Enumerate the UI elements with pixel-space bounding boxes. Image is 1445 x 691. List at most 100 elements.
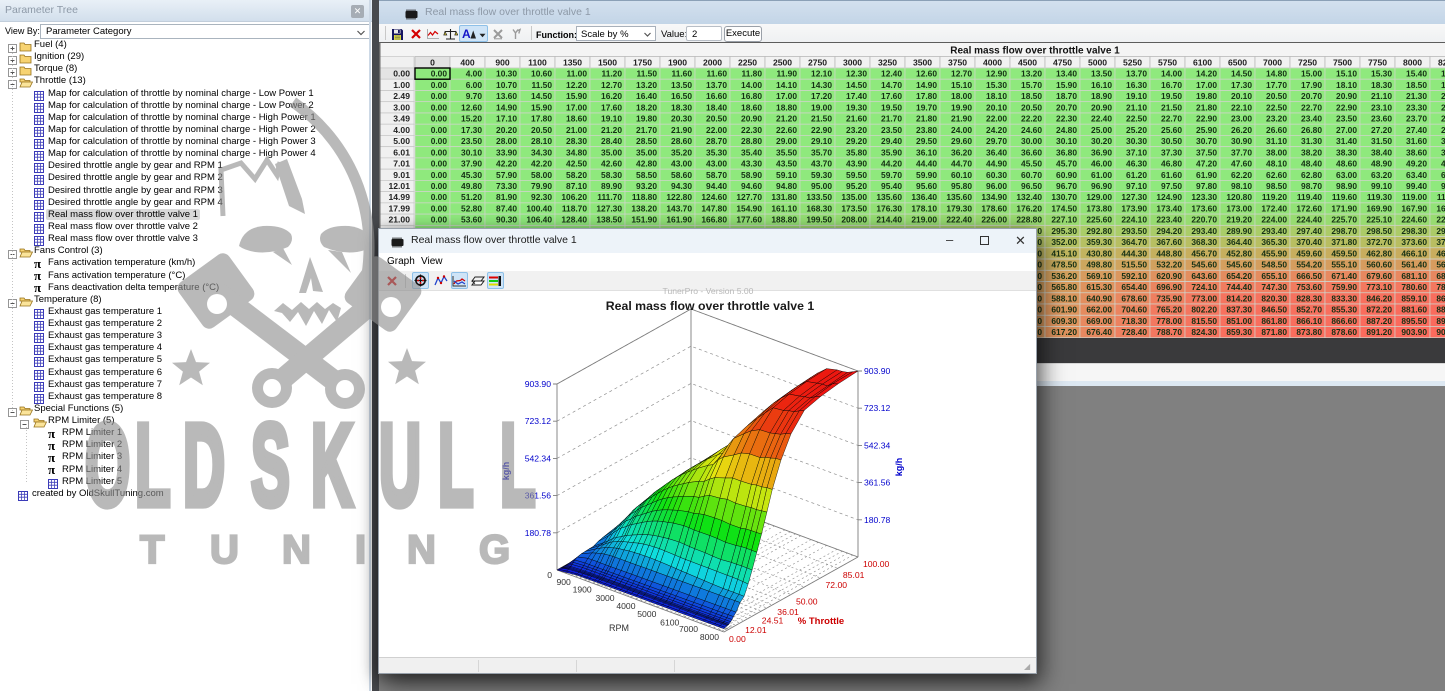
svg-text:15.90: 15.90 [531, 102, 552, 112]
svg-text:7750: 7750 [1368, 58, 1387, 68]
svg-text:23.20: 23.20 [1266, 114, 1287, 124]
svg-text:15.90: 15.90 [566, 91, 587, 101]
svg-text:903.90: 903.90 [525, 379, 552, 389]
svg-text:23.70: 23.70 [1406, 114, 1427, 124]
svg-text:21.70: 21.70 [636, 125, 657, 135]
svg-text:367.60: 367.60 [1156, 237, 1182, 247]
svg-text:224.60: 224.60 [1401, 215, 1427, 225]
svg-text:173.40: 173.40 [1156, 204, 1182, 214]
svg-text:466.10: 466.10 [1401, 248, 1427, 258]
svg-text:459.50: 459.50 [1331, 248, 1357, 258]
svg-text:21.20: 21.20 [776, 114, 797, 124]
svg-text:30.90: 30.90 [1231, 136, 1252, 146]
svg-text:16.30: 16.30 [1126, 80, 1147, 90]
svg-text:16.80: 16.80 [741, 91, 762, 101]
svg-text:13.50: 13.50 [1091, 69, 1112, 79]
svg-text:7000: 7000 [1263, 58, 1282, 68]
svg-text:219.20: 219.20 [1226, 215, 1252, 225]
svg-text:30.30: 30.30 [1126, 136, 1147, 146]
svg-text:21.80: 21.80 [1196, 102, 1217, 112]
svg-text:60.30: 60.30 [986, 170, 1007, 180]
svg-text:19.10: 19.10 [1126, 91, 1147, 101]
svg-text:295.30: 295.30 [1051, 226, 1077, 236]
svg-text:5000: 5000 [1088, 58, 1107, 68]
svg-text:18.20: 18.20 [636, 102, 657, 112]
svg-text:31.73: 31.73 [1441, 136, 1445, 146]
svg-text:106.40: 106.40 [526, 215, 552, 225]
svg-text:588.10: 588.10 [1051, 293, 1077, 303]
svg-text:225.50: 225.50 [1436, 215, 1445, 225]
svg-text:119.48: 119.48 [1437, 192, 1445, 202]
svg-text:61.90: 61.90 [1196, 170, 1217, 180]
svg-text:48.60: 48.60 [1336, 159, 1357, 169]
svg-text:24.80: 24.80 [1056, 125, 1077, 135]
svg-text:20.50: 20.50 [1021, 102, 1042, 112]
svg-text:30.20: 30.20 [1091, 136, 1112, 146]
svg-text:29.70: 29.70 [986, 136, 1007, 146]
svg-text:0.00: 0.00 [431, 192, 448, 202]
svg-text:1500: 1500 [598, 58, 617, 68]
svg-text:17.70: 17.70 [1266, 80, 1287, 90]
svg-text:95.40: 95.40 [881, 181, 902, 191]
svg-text:669.00: 669.00 [1086, 316, 1112, 326]
svg-text:31.60: 31.60 [1406, 136, 1427, 146]
svg-text:747.30: 747.30 [1261, 282, 1287, 292]
svg-text:18.30: 18.30 [671, 102, 692, 112]
svg-text:22.90: 22.90 [1196, 114, 1217, 124]
svg-text:167.90: 167.90 [1401, 204, 1427, 214]
svg-text:14.00: 14.00 [1161, 69, 1182, 79]
svg-text:640.90: 640.90 [1086, 293, 1112, 303]
svg-text:87.40: 87.40 [496, 204, 517, 214]
svg-text:228.80: 228.80 [1016, 215, 1042, 225]
svg-text:753.60: 753.60 [1296, 282, 1322, 292]
svg-text:TunerPro - Version 5.00: TunerPro - Version 5.00 [663, 286, 754, 296]
svg-text:21.39: 21.39 [1441, 91, 1445, 101]
svg-text:298.50: 298.50 [1366, 226, 1392, 236]
svg-text:95.20: 95.20 [846, 181, 867, 191]
svg-text:161.10: 161.10 [771, 204, 797, 214]
svg-text:22.10: 22.10 [1231, 102, 1252, 112]
svg-text:6.01: 6.01 [393, 147, 410, 157]
svg-text:19.50: 19.50 [881, 102, 902, 112]
svg-text:21.00: 21.00 [388, 215, 410, 225]
svg-text:895.50: 895.50 [1401, 316, 1427, 326]
svg-text:16.10: 16.10 [1091, 80, 1112, 90]
svg-text:561.40: 561.40 [1401, 260, 1427, 270]
svg-text:42.50: 42.50 [566, 159, 587, 169]
svg-text:21.50: 21.50 [1161, 102, 1182, 112]
svg-text:98.70: 98.70 [1301, 181, 1322, 191]
svg-text:11.50: 11.50 [637, 69, 658, 79]
svg-text:35.40: 35.40 [741, 147, 762, 157]
svg-text:123.30: 123.30 [1191, 192, 1217, 202]
svg-text:37.70: 37.70 [1231, 147, 1252, 157]
svg-text:18.10: 18.10 [986, 91, 1007, 101]
svg-text:138.20: 138.20 [631, 204, 657, 214]
svg-text:12.20: 12.20 [566, 80, 587, 90]
svg-text:679.60: 679.60 [1366, 271, 1392, 281]
svg-text:36.01: 36.01 [777, 607, 799, 617]
svg-text:846.20: 846.20 [1366, 293, 1392, 303]
svg-text:28.30: 28.30 [566, 136, 587, 146]
svg-text:773.10: 773.10 [1366, 282, 1392, 292]
svg-text:23.79: 23.79 [1441, 114, 1445, 124]
svg-text:119.00: 119.00 [1402, 192, 1427, 202]
svg-text:17.80: 17.80 [916, 91, 937, 101]
svg-text:37.50: 37.50 [1196, 147, 1217, 157]
svg-text:617.20: 617.20 [1051, 327, 1077, 337]
svg-text:371.80: 371.80 [1331, 237, 1357, 247]
svg-text:47.20: 47.20 [1196, 159, 1217, 169]
svg-text:63.00: 63.00 [1336, 170, 1357, 180]
svg-text:25.60: 25.60 [1161, 125, 1182, 135]
svg-text:58.50: 58.50 [636, 170, 657, 180]
svg-text:23.50: 23.50 [881, 125, 902, 135]
svg-text:38.75: 38.75 [1441, 147, 1445, 157]
svg-text:554.20: 554.20 [1296, 260, 1322, 270]
svg-text:0: 0 [547, 570, 552, 580]
svg-text:20.90: 20.90 [1336, 91, 1357, 101]
svg-text:22.90: 22.90 [1336, 102, 1357, 112]
svg-text:59.90: 59.90 [916, 170, 937, 180]
svg-text:2250: 2250 [738, 58, 757, 68]
svg-text:361.56: 361.56 [864, 478, 891, 488]
svg-text:178.60: 178.60 [981, 204, 1007, 214]
svg-text:814.20: 814.20 [1226, 293, 1252, 303]
